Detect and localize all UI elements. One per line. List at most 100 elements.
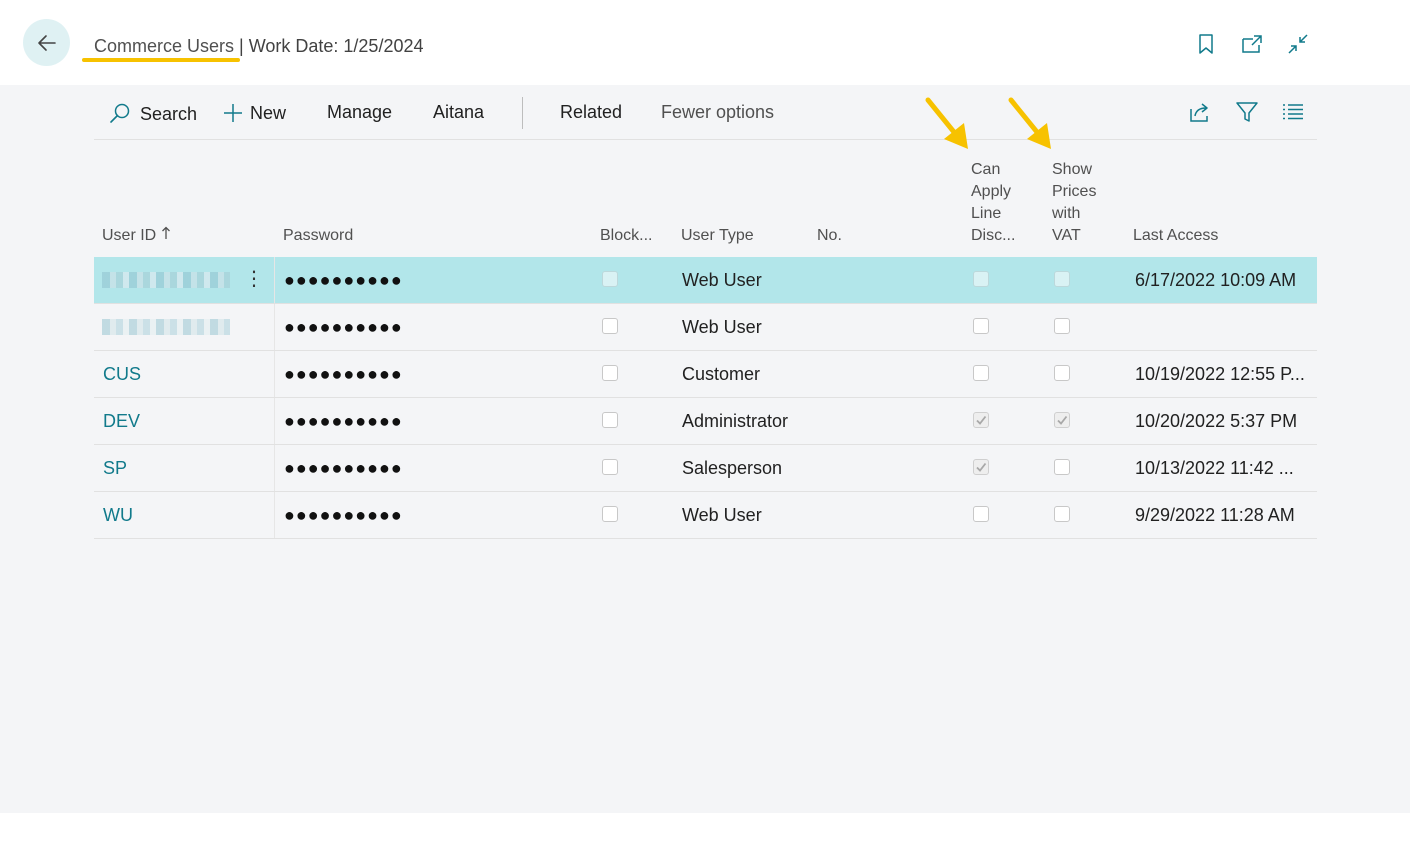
last-access-cell: 10/19/2022 12:55 P... <box>1135 364 1305 384</box>
new-label: New <box>250 102 287 123</box>
can-apply-line-disc-checkbox[interactable] <box>973 365 989 381</box>
password-cell: ●●●●●●●●●● <box>284 364 403 384</box>
show-prices-with-vat-checkbox[interactable] <box>1054 318 1070 334</box>
user-type-cell: Web User <box>682 270 762 290</box>
table-row[interactable]: ⋮ ●●●●●●●●●● Web User 6/17/2022 10:09 AM <box>94 257 1317 304</box>
bookmark-button[interactable] <box>1194 32 1218 56</box>
checkmark-icon <box>1057 415 1068 425</box>
search-label: Search <box>140 103 198 124</box>
user-id-link[interactable]: DEV <box>103 398 140 444</box>
new-action[interactable]: New <box>222 102 286 124</box>
user-type-cell: Salesperson <box>682 458 783 478</box>
content-area: Search New Manage Aitana Related Fewer o… <box>0 85 1410 813</box>
share-button[interactable] <box>1189 100 1213 124</box>
related-action[interactable]: Related <box>560 102 622 123</box>
column-header-user-type[interactable]: User Type <box>681 225 754 247</box>
column-header-show-prices-with-vat[interactable]: Show Prices with VAT <box>1052 159 1108 247</box>
manage-label: Manage <box>327 102 393 122</box>
column-header-can-apply-line-disc[interactable]: Can Apply Line Disc... <box>971 159 1027 247</box>
password-cell: ●●●●●●●●●● <box>284 270 403 290</box>
page-header: Commerce Users | Work Date: 1/25/2024 <box>0 0 1410 85</box>
header-icons <box>1194 32 1310 56</box>
column-header-blocked[interactable]: Block... <box>600 225 652 247</box>
blocked-checkbox[interactable] <box>602 365 618 381</box>
page-title: Commerce Users | Work Date: 1/25/2024 <box>94 36 424 57</box>
column-header-password[interactable]: Password <box>283 225 353 247</box>
list-view-button[interactable] <box>1281 100 1305 124</box>
can-apply-line-disc-checkbox[interactable] <box>973 412 989 428</box>
column-divider <box>274 445 275 491</box>
bookmark-icon <box>1199 34 1213 54</box>
last-access-cell: 10/20/2022 5:37 PM <box>1135 411 1298 431</box>
user-type-cell: Administrator <box>682 411 789 431</box>
filter-button[interactable] <box>1235 100 1259 124</box>
password-cell: ●●●●●●●●●● <box>284 505 403 525</box>
column-header-user-id[interactable]: User ID <box>102 225 171 247</box>
work-date: Work Date: 1/25/2024 <box>248 36 424 56</box>
collapse-button[interactable] <box>1286 32 1310 56</box>
show-prices-with-vat-checkbox[interactable] <box>1054 459 1070 475</box>
action-separator <box>522 97 523 129</box>
redacted-user-id[interactable] <box>102 319 230 335</box>
open-new-window-button[interactable] <box>1240 32 1264 56</box>
show-prices-with-vat-checkbox[interactable] <box>1054 365 1070 381</box>
blocked-checkbox[interactable] <box>602 271 618 287</box>
manage-action[interactable]: Manage <box>327 102 392 123</box>
show-prices-with-vat-checkbox[interactable] <box>1054 271 1070 287</box>
password-cell: ●●●●●●●●●● <box>284 317 403 337</box>
user-type-cell: Customer <box>682 364 761 384</box>
blocked-checkbox[interactable] <box>602 459 618 475</box>
show-prices-with-vat-checkbox[interactable] <box>1054 506 1070 522</box>
table-header: User ID Password Block... User Type No. … <box>94 140 1317 257</box>
action-bar: Search New Manage Aitana Related Fewer o… <box>94 85 1317 140</box>
user-id-link[interactable]: CUS <box>103 351 141 397</box>
table-row[interactable]: SP ●●●●●●●●●● Salesperson 10/13/2022 11:… <box>94 445 1317 492</box>
user-id-link[interactable]: SP <box>103 445 127 491</box>
search-action[interactable]: Search <box>108 102 197 126</box>
aitana-label: Aitana <box>433 102 485 122</box>
can-apply-line-disc-checkbox[interactable] <box>973 506 989 522</box>
search-icon <box>110 103 130 123</box>
aitana-action[interactable]: Aitana <box>433 102 484 123</box>
page-name: Commerce Users <box>94 36 235 56</box>
column-header-no[interactable]: No. <box>817 225 842 247</box>
last-access-cell: 6/17/2022 10:09 AM <box>1135 270 1297 290</box>
back-button[interactable] <box>23 19 70 66</box>
highlight-underline <box>82 58 240 62</box>
password-cell: ●●●●●●●●●● <box>284 458 403 478</box>
user-id-link[interactable]: WU <box>103 492 133 538</box>
column-divider <box>274 351 275 397</box>
show-prices-with-vat-checkbox[interactable] <box>1054 412 1070 428</box>
fewer-options-action[interactable]: Fewer options <box>661 102 774 123</box>
column-header-last-access[interactable]: Last Access <box>1133 225 1218 247</box>
filter-icon <box>1236 102 1258 122</box>
related-label: Related <box>560 102 623 122</box>
checkmark-icon <box>976 415 987 425</box>
checkmark-icon <box>976 462 987 472</box>
table-row[interactable]: DEV ●●●●●●●●●● Administrator 10/20/2022 … <box>94 398 1317 445</box>
user-type-cell: Web User <box>682 505 762 525</box>
open-in-new-window-icon <box>1242 35 1262 53</box>
plus-icon <box>224 104 242 122</box>
table-row[interactable]: WU ●●●●●●●●●● Web User 9/29/2022 11:28 A… <box>94 492 1317 539</box>
back-arrow-icon <box>37 34 56 51</box>
page-footer-space <box>0 813 1410 849</box>
row-actions-menu-button[interactable]: ⋮ <box>244 257 264 303</box>
can-apply-line-disc-checkbox[interactable] <box>973 459 989 475</box>
blocked-checkbox[interactable] <box>602 412 618 428</box>
user-type-cell: Web User <box>682 317 762 337</box>
can-apply-line-disc-checkbox[interactable] <box>973 318 989 334</box>
can-apply-line-disc-checkbox[interactable] <box>973 271 989 287</box>
column-divider <box>274 257 275 303</box>
redacted-user-id[interactable] <box>102 272 230 288</box>
column-divider <box>274 304 275 350</box>
collapse-icon <box>1288 34 1308 54</box>
column-divider <box>274 492 275 538</box>
user-id-header-label: User ID <box>102 227 157 244</box>
share-icon <box>1190 103 1208 122</box>
table-row[interactable]: CUS ●●●●●●●●●● Customer 10/19/2022 12:55… <box>94 351 1317 398</box>
last-access-cell: 9/29/2022 11:28 AM <box>1135 505 1295 525</box>
blocked-checkbox[interactable] <box>602 318 618 334</box>
table-row[interactable]: ●●●●●●●●●● Web User <box>94 304 1317 351</box>
blocked-checkbox[interactable] <box>602 506 618 522</box>
